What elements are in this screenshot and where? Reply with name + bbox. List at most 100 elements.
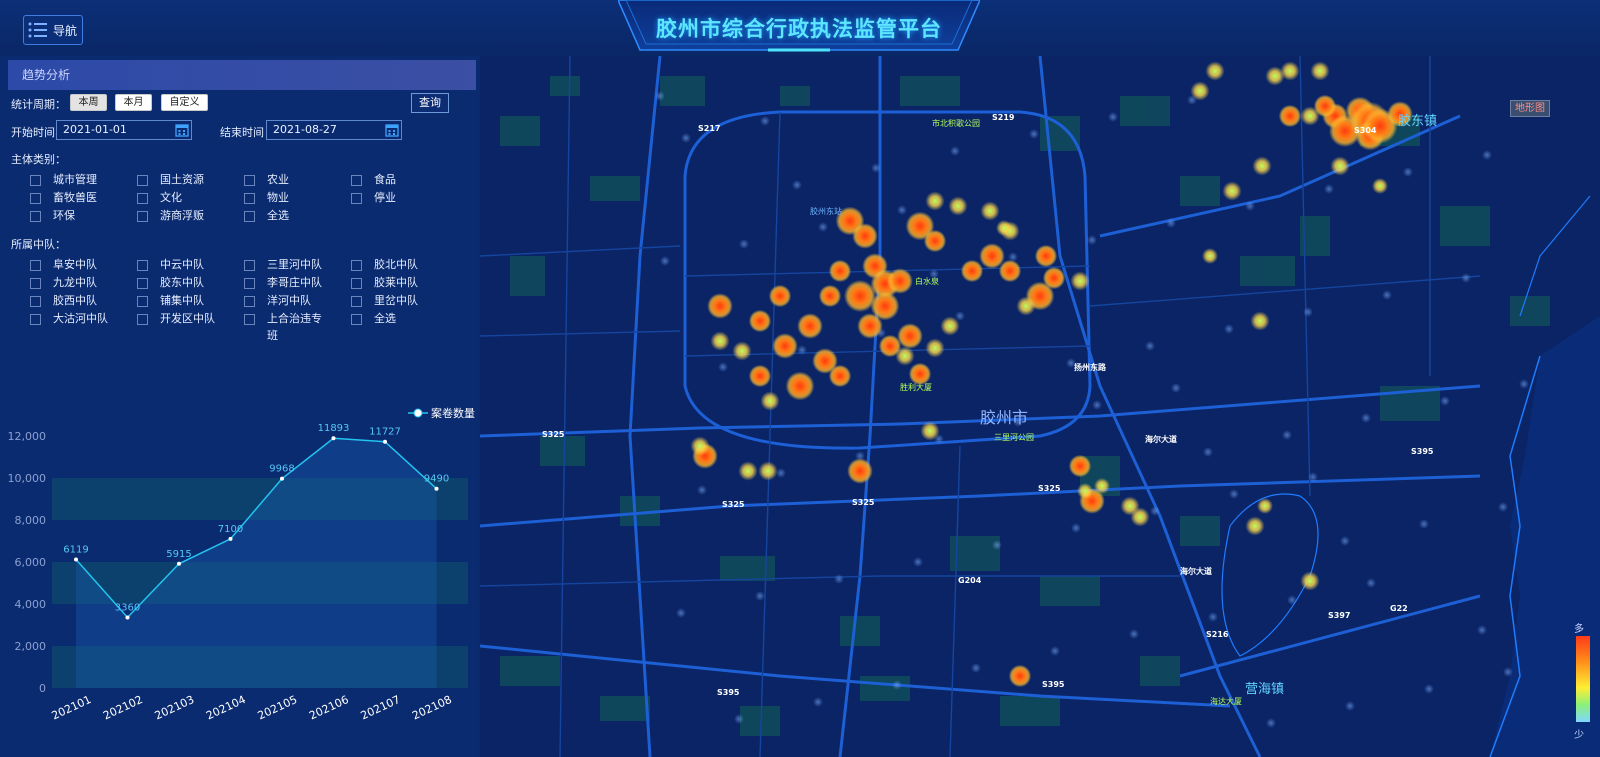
- poi-label: 胶州东站: [810, 207, 842, 216]
- checkbox[interactable]: [30, 175, 41, 186]
- team-checkbox-item[interactable]: 洋河中队: [244, 294, 311, 309]
- checkbox[interactable]: [137, 211, 148, 222]
- map-base: [480, 56, 1600, 757]
- heat-spot: [1042, 266, 1066, 290]
- menu-list-icon: [28, 22, 47, 38]
- team-checkbox-item[interactable]: 大沽河中队: [30, 312, 108, 327]
- checkbox[interactable]: [244, 278, 255, 289]
- team-checkbox-item[interactable]: 李哥庄中队: [244, 276, 322, 291]
- team-checkbox-item[interactable]: 开发区中队: [137, 312, 215, 327]
- checkbox[interactable]: [137, 193, 148, 204]
- heat-spot: [690, 436, 710, 456]
- y-tick-label: 8,000: [15, 514, 47, 527]
- team-checkbox-item[interactable]: 中云中队: [137, 258, 204, 273]
- heat-spot: [1094, 478, 1110, 494]
- heat-spot: [1202, 248, 1218, 264]
- subject-checkbox-item[interactable]: 游商浮贩: [137, 209, 204, 224]
- query-button[interactable]: 查询: [411, 93, 449, 113]
- checkbox[interactable]: [351, 278, 362, 289]
- heat-spot: [1250, 311, 1270, 331]
- checkbox[interactable]: [30, 314, 41, 325]
- subject-checkbox-item[interactable]: 食品: [351, 173, 396, 188]
- heat-spot: [996, 220, 1012, 236]
- end-date-input[interactable]: 2021-08-27: [266, 120, 402, 140]
- heat-spot: [1280, 61, 1300, 81]
- heat-spot-faint: [660, 256, 670, 266]
- heat-spot-faint: [1203, 447, 1213, 457]
- heat-spot-faint: [1324, 184, 1334, 194]
- checkbox[interactable]: [137, 296, 148, 307]
- road-label: S325: [722, 500, 745, 509]
- subject-checkbox-item[interactable]: 环保: [30, 209, 75, 224]
- team-checkbox-item[interactable]: 胶西中队: [30, 294, 97, 309]
- start-date-input[interactable]: 2021-01-01: [56, 120, 192, 140]
- checkbox[interactable]: [244, 211, 255, 222]
- team-checkbox-item[interactable]: 铺集中队: [137, 294, 204, 309]
- heat-spot-faint: [913, 557, 923, 567]
- heat-spot-faint: [1303, 307, 1313, 317]
- team-checkbox-item[interactable]: 九龙中队: [30, 276, 97, 291]
- legend-label: 案卷数量: [431, 406, 475, 420]
- checkbox[interactable]: [244, 314, 255, 325]
- road-label: S395: [1042, 680, 1065, 689]
- y-tick-label: 6,000: [15, 556, 47, 569]
- checkbox[interactable]: [244, 296, 255, 307]
- heat-spot-faint: [1482, 150, 1492, 160]
- heat-spot: [923, 229, 947, 253]
- subject-category-label: 主体类别：: [11, 153, 66, 166]
- checkbox[interactable]: [30, 296, 41, 307]
- header: 导航 胶州市综合行政执法监管平台: [0, 0, 1600, 56]
- team-checkbox-item[interactable]: 阜安中队: [30, 258, 97, 273]
- checkbox[interactable]: [351, 296, 362, 307]
- nav-button[interactable]: 导航: [23, 15, 83, 45]
- checkbox[interactable]: [30, 211, 41, 222]
- checkbox[interactable]: [137, 260, 148, 271]
- checkbox[interactable]: [351, 193, 362, 204]
- checkbox[interactable]: [351, 260, 362, 271]
- team-checkbox-item[interactable]: 全选: [351, 312, 396, 327]
- checkbox[interactable]: [351, 175, 362, 186]
- subject-checkbox-item[interactable]: 停业: [351, 191, 396, 206]
- checkbox[interactable]: [244, 175, 255, 186]
- heat-spot: [1330, 156, 1350, 176]
- team-checkbox-item[interactable]: 三里河中队: [244, 258, 322, 273]
- data-label: 11727: [369, 427, 401, 438]
- y-tick-label: 12,000: [8, 430, 47, 443]
- period-week-button[interactable]: 本周: [70, 94, 107, 111]
- checkbox[interactable]: [30, 193, 41, 204]
- subject-checkbox-item[interactable]: 农业: [244, 173, 289, 188]
- checkbox[interactable]: [244, 260, 255, 271]
- subject-checkbox-item[interactable]: 畜牧兽医: [30, 191, 97, 206]
- heat-spot: [1252, 156, 1272, 176]
- heatmap-map[interactable]: 胶州市 胶东镇 营海镇 S217 S219 S325 S325 S325 S32…: [480, 56, 1600, 757]
- subject-checkbox-item[interactable]: 物业: [244, 191, 289, 206]
- subject-checkbox-item[interactable]: 城市管理: [30, 173, 97, 188]
- terrain-toggle-button[interactable]: 地形图: [1510, 100, 1550, 117]
- checkbox[interactable]: [30, 260, 41, 271]
- team-checkbox-item[interactable]: 胶北中队: [351, 258, 418, 273]
- period-month-button[interactable]: 本月: [115, 94, 152, 111]
- subject-checkbox-item[interactable]: 文化: [137, 191, 182, 206]
- heat-spot: [870, 291, 900, 321]
- data-point: [125, 615, 130, 620]
- team-checkbox-item[interactable]: 胶东中队: [137, 276, 204, 291]
- heat-spot-faint: [871, 163, 881, 173]
- checkbox[interactable]: [244, 193, 255, 204]
- checkbox[interactable]: [30, 278, 41, 289]
- heat-spot-faint: [834, 574, 844, 584]
- checkbox[interactable]: [137, 278, 148, 289]
- team-checkbox-item[interactable]: 胶莱中队: [351, 276, 418, 291]
- heat-spot-faint: [813, 697, 823, 707]
- data-point: [434, 486, 439, 491]
- heat-spot: [847, 458, 873, 484]
- subject-checkbox-item[interactable]: 全选: [244, 209, 289, 224]
- subject-checkbox-item[interactable]: 国土资源: [137, 173, 204, 188]
- checkbox[interactable]: [137, 314, 148, 325]
- checkbox[interactable]: [137, 175, 148, 186]
- checkbox[interactable]: [351, 314, 362, 325]
- team-checkbox-item[interactable]: 上合治违专班: [244, 312, 327, 344]
- road-label: S216: [1206, 630, 1229, 639]
- team-checkbox-item[interactable]: 里岔中队: [351, 294, 418, 309]
- period-custom-button[interactable]: 自定义: [161, 94, 208, 111]
- heat-spot-faint: [676, 608, 686, 618]
